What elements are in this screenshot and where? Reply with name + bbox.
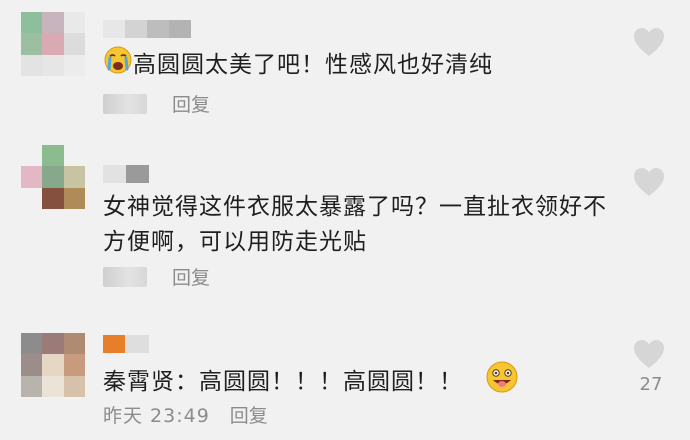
heart-icon xyxy=(634,340,664,368)
comment-text: 女神觉得这件衣服太暴露了吗？一直扯衣领好不方便啊，可以用防走光贴 xyxy=(103,194,607,255)
avatar-pixel xyxy=(42,145,64,167)
avatar-pixel xyxy=(21,187,43,209)
username-blurred[interactable] xyxy=(103,165,149,183)
avatar-pixel xyxy=(63,375,85,397)
avatar-pixel xyxy=(42,187,64,209)
avatar-pixel xyxy=(21,375,43,397)
avatar-pixel xyxy=(63,354,85,376)
reply-button[interactable]: 回复 xyxy=(172,263,210,290)
reply-button[interactable]: 回复 xyxy=(230,401,268,428)
avatar-pixel xyxy=(42,54,64,76)
avatar-pixel xyxy=(63,33,85,55)
like-button[interactable] xyxy=(632,166,668,198)
avatar-pixel xyxy=(63,12,85,34)
avatar-pixel xyxy=(63,54,85,76)
avatar-pixel xyxy=(21,166,43,188)
avatar-pixel xyxy=(42,33,64,55)
avatar-pixel xyxy=(42,166,64,188)
avatar-pixel xyxy=(21,145,43,167)
crying-face-icon xyxy=(103,45,133,86)
avatar-pixel xyxy=(42,354,64,376)
avatar-pixel xyxy=(21,354,43,376)
like-button[interactable] xyxy=(632,338,668,370)
grinning-tongue-face-icon xyxy=(485,360,519,405)
avatar[interactable] xyxy=(21,12,85,76)
like-button[interactable] xyxy=(632,26,668,58)
comment-text: 高圆圆太美了吧！性感风也好清纯 xyxy=(103,45,623,86)
username-blurred[interactable] xyxy=(103,335,149,353)
avatar-pixel xyxy=(42,12,64,34)
comment-meta: 回复 xyxy=(103,263,210,290)
like-count: 27 xyxy=(639,374,663,395)
avatar-pixel xyxy=(63,166,85,188)
username-blurred[interactable] xyxy=(103,20,193,38)
comment-meta: 昨天 23:49 回复 xyxy=(103,401,268,428)
avatar[interactable] xyxy=(21,333,85,397)
avatar-pixel xyxy=(21,12,43,34)
avatar-pixel xyxy=(63,333,85,355)
heart-icon xyxy=(634,168,664,196)
avatar-pixel xyxy=(63,187,85,209)
comment-item: 高圆圆太美了吧！性感风也好清纯 回复 xyxy=(0,0,690,130)
avatar-pixel xyxy=(63,145,85,167)
avatar-pixel xyxy=(42,333,64,355)
date-blurred xyxy=(103,266,147,287)
comment-item: 女神觉得这件衣服太暴露了吗？一直扯衣领好不方便啊，可以用防走光贴 回复 xyxy=(0,130,690,300)
avatar[interactable] xyxy=(21,145,85,209)
comment-meta: 回复 xyxy=(103,90,210,117)
comment-item: 秦霄贤：高圆圆！！！高圆圆！！ 昨天 23:49 回复 27 xyxy=(0,300,690,440)
heart-icon xyxy=(634,28,664,56)
avatar-pixel xyxy=(21,54,43,76)
comment-text: 秦霄贤：高圆圆！！！高圆圆！！ xyxy=(103,360,623,405)
avatar-pixel xyxy=(42,375,64,397)
timestamp: 昨天 23:49 xyxy=(103,405,210,427)
avatar-pixel xyxy=(21,333,43,355)
comment-text-content: 秦霄贤：高圆圆！！！高圆圆！！ xyxy=(103,369,463,395)
comment-text-content: 高圆圆太美了吧！性感风也好清纯 xyxy=(133,52,493,78)
date-blurred xyxy=(103,93,147,114)
reply-button[interactable]: 回复 xyxy=(172,90,210,117)
avatar-pixel xyxy=(21,33,43,55)
